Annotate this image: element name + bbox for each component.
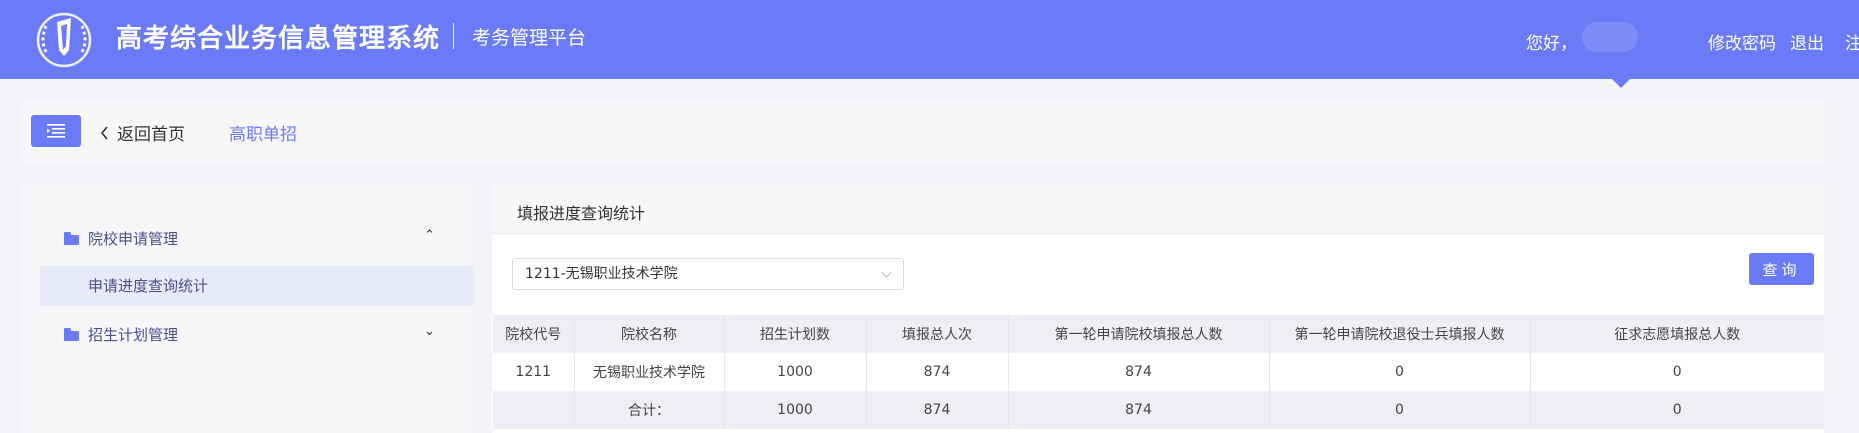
column-header: 招生计划数: [724, 315, 867, 353]
table-row: 1211 无锡职业技术学院 1000 874 874 0 0: [493, 353, 1824, 391]
logout-link[interactable]: 注销: [1845, 29, 1859, 54]
column-header: 第一轮申请院校退役士兵填报人数: [1269, 315, 1531, 353]
greeting-text: 您好，: [1526, 34, 1577, 54]
user-dropdown-caret: [1612, 79, 1630, 88]
breadcrumb-current[interactable]: 高职单招: [229, 120, 297, 145]
table-cell: 874: [1008, 353, 1270, 391]
logo-icon: [36, 12, 92, 68]
top-header: 高考综合业务信息管理系统 考务管理平台 您好， 修改密码 退出 注销: [0, 0, 1859, 79]
sidebar-group-label: 招生计划管理: [88, 326, 179, 344]
sidebar: 院校申请管理 ⌃ 申请进度查询统计 招生计划管理 ⌄: [22, 184, 474, 433]
table-cell: 1000: [724, 391, 867, 429]
column-header: 院校名称: [574, 315, 725, 353]
exit-link[interactable]: 退出: [1790, 29, 1824, 54]
chevron-down-icon: [881, 267, 892, 278]
back-home-link[interactable]: 返回首页: [100, 120, 185, 145]
back-home-label: 返回首页: [117, 125, 185, 145]
stats-table: 院校代号 院校名称 招生计划数 填报总人次 第一轮申请院校填报总人数 第一轮申请…: [493, 315, 1824, 429]
school-select[interactable]: 1211-无锡职业技术学院: [512, 258, 904, 290]
column-header: 填报总人次: [866, 315, 1009, 353]
folder-icon: [64, 232, 79, 245]
query-button[interactable]: 查询: [1749, 253, 1814, 285]
total-label: 合计：: [574, 391, 725, 429]
table-cell: 874: [1008, 391, 1270, 429]
table-cell: 0: [1269, 391, 1531, 429]
toggle-menu-button[interactable]: [31, 115, 81, 147]
table-cell: 0: [1269, 353, 1531, 391]
panel-title: 填报进度查询统计: [517, 204, 646, 223]
chevron-down-icon[interactable]: ⌄: [424, 324, 435, 339]
user-name-avatar[interactable]: [1582, 22, 1638, 52]
title-divider: [453, 23, 454, 49]
sidebar-group-enrollment-plan[interactable]: 招生计划管理: [64, 324, 178, 345]
table-cell: 0: [1672, 364, 1682, 380]
chevron-up-icon[interactable]: ⌃: [424, 228, 435, 243]
school-select-value: 1211-无锡职业技术学院: [525, 266, 678, 282]
menu-icon: [47, 124, 65, 138]
chevron-left-icon: [100, 125, 108, 140]
column-header: 第一轮申请院校填报总人数: [1008, 315, 1270, 353]
change-password-link[interactable]: 修改密码: [1708, 29, 1776, 54]
table-cell: 1000: [724, 353, 867, 391]
panel-header: 填报进度查询统计: [492, 184, 1824, 234]
column-header: 院校代号: [493, 315, 575, 353]
platform-subtitle: 考务管理平台: [472, 27, 587, 49]
sidebar-item-progress-query[interactable]: 申请进度查询统计: [40, 266, 474, 306]
main-panel: 填报进度查询统计 1211-无锡职业技术学院 查询 院校代号 院校名称 招生计划…: [492, 184, 1824, 433]
sidebar-group-label: 院校申请管理: [88, 230, 179, 248]
column-header: 征求志愿填报总人数: [1614, 327, 1741, 343]
table-cell: 无锡职业技术学院: [574, 353, 725, 391]
table-cell: 874: [866, 391, 1009, 429]
table-cell: 0: [1672, 402, 1682, 418]
breadcrumb: 返回首页 高职单招: [22, 99, 1824, 165]
system-title: 高考综合业务信息管理系统: [116, 24, 441, 54]
table-total-row: 合计： 1000 874 874 0 0: [493, 391, 1824, 429]
table-header-row: 院校代号 院校名称 招生计划数 填报总人次 第一轮申请院校填报总人数 第一轮申请…: [493, 315, 1824, 353]
sidebar-group-school-application[interactable]: 院校申请管理: [64, 228, 178, 249]
folder-icon: [64, 328, 79, 341]
table-cell: 1211: [493, 353, 575, 391]
table-cell: [493, 391, 575, 429]
table-cell: 874: [866, 353, 1009, 391]
